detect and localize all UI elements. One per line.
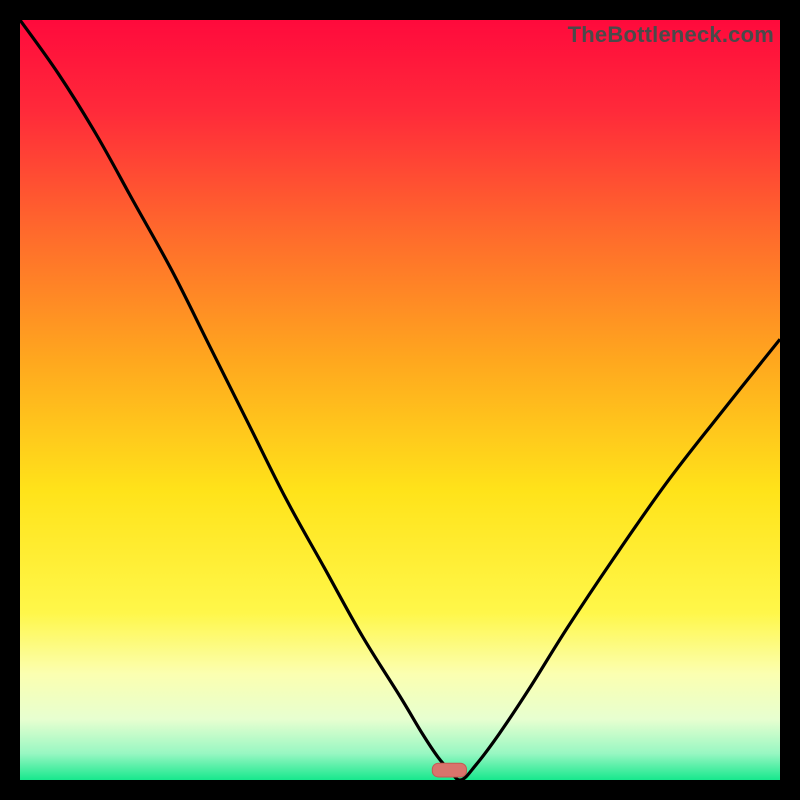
chart-frame: TheBottleneck.com (20, 20, 780, 780)
gradient-background (20, 20, 780, 780)
watermark-text: TheBottleneck.com (568, 22, 774, 48)
chart-svg (20, 20, 780, 780)
plot-area: TheBottleneck.com (20, 20, 780, 780)
optimal-marker (432, 763, 466, 777)
